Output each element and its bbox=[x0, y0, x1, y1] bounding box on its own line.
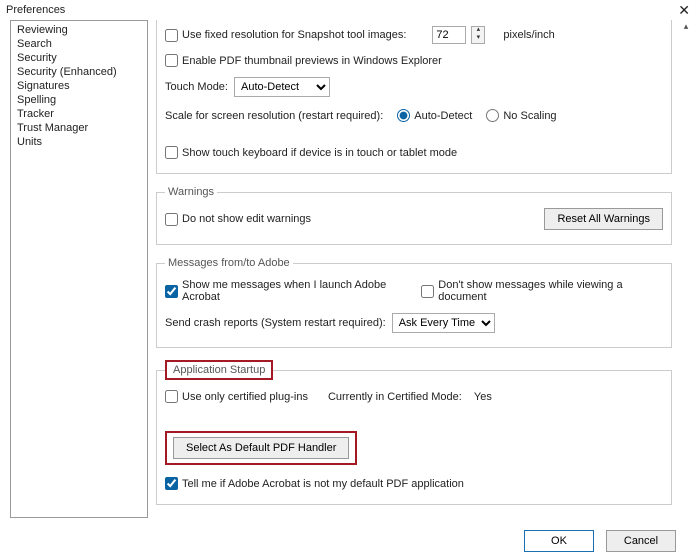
certified-plugins-label: Use only certified plug-ins bbox=[182, 391, 308, 403]
fixed-resolution-stepper[interactable]: ▴▾ bbox=[471, 26, 485, 44]
ok-button[interactable]: OK bbox=[524, 530, 594, 552]
scale-auto-detect-text: Auto-Detect bbox=[414, 110, 472, 122]
certified-mode-label: Currently in Certified Mode: bbox=[328, 391, 462, 403]
dont-show-edit-warnings-checkbox[interactable]: Do not show edit warnings bbox=[165, 213, 311, 226]
touch-mode-label: Touch Mode: bbox=[165, 81, 228, 93]
cancel-button[interactable]: Cancel bbox=[606, 530, 676, 552]
show-launch-messages-checkbox[interactable]: Show me messages when I launch Adobe Acr… bbox=[165, 279, 415, 303]
application-startup-section: Application Startup Use only certified p… bbox=[156, 360, 672, 505]
scale-resolution-label: Scale for screen resolution (restart req… bbox=[165, 110, 383, 122]
scale-no-scaling-text: No Scaling bbox=[503, 110, 556, 122]
select-default-pdf-handler-button[interactable]: Select As Default PDF Handler bbox=[173, 437, 349, 459]
scale-auto-detect-radio[interactable]: Auto-Detect bbox=[397, 109, 472, 122]
messages-section: Messages from/to Adobe Show me messages … bbox=[156, 257, 672, 348]
fixed-resolution-checkbox[interactable]: Use fixed resolution for Snapshot tool i… bbox=[165, 29, 406, 42]
sidebar-item-spelling[interactable]: Spelling bbox=[11, 93, 147, 107]
tell-me-default-pdf-label: Tell me if Adobe Acrobat is not my defau… bbox=[182, 478, 464, 490]
messages-legend: Messages from/to Adobe bbox=[165, 257, 293, 269]
scale-no-scaling-radio[interactable]: No Scaling bbox=[486, 109, 556, 122]
sidebar-item-trust-manager[interactable]: Trust Manager bbox=[11, 121, 147, 135]
warnings-section: Warnings Do not show edit warnings Reset… bbox=[156, 186, 672, 245]
category-sidebar: Reviewing Search Security Security (Enha… bbox=[10, 20, 148, 518]
close-icon[interactable]: ✕ bbox=[674, 2, 694, 19]
sidebar-item-security-enhanced[interactable]: Security (Enhanced) bbox=[11, 65, 147, 79]
certified-plugins-checkbox[interactable]: Use only certified plug-ins bbox=[165, 390, 308, 403]
scroll-up-icon[interactable]: ▴ bbox=[679, 20, 694, 35]
dont-show-edit-warnings-label: Do not show edit warnings bbox=[182, 213, 311, 225]
touch-keyboard-checkbox[interactable]: Show touch keyboard if device is in touc… bbox=[165, 146, 457, 159]
default-pdf-handler-highlight: Select As Default PDF Handler bbox=[165, 431, 357, 465]
touch-keyboard-label: Show touch keyboard if device is in touc… bbox=[182, 147, 457, 159]
dont-show-viewing-messages-checkbox[interactable]: Don't show messages while viewing a docu… bbox=[421, 279, 663, 303]
reset-all-warnings-button[interactable]: Reset All Warnings bbox=[544, 208, 663, 230]
certified-mode-value: Yes bbox=[474, 391, 492, 403]
sidebar-item-signatures[interactable]: Signatures bbox=[11, 79, 147, 93]
thumbnail-preview-label: Enable PDF thumbnail previews in Windows… bbox=[182, 55, 442, 67]
crash-reports-label: Send crash reports (System restart requi… bbox=[165, 317, 386, 329]
sidebar-item-reviewing[interactable]: Reviewing bbox=[11, 23, 147, 37]
dont-show-viewing-messages-label: Don't show messages while viewing a docu… bbox=[438, 279, 663, 303]
touch-mode-select[interactable]: Auto-Detect bbox=[234, 77, 330, 97]
show-launch-messages-label: Show me messages when I launch Adobe Acr… bbox=[182, 279, 415, 303]
fixed-resolution-label: Use fixed resolution for Snapshot tool i… bbox=[182, 29, 406, 41]
sidebar-item-search[interactable]: Search bbox=[11, 37, 147, 51]
sidebar-item-units[interactable]: Units bbox=[11, 135, 147, 149]
application-startup-legend: Application Startup bbox=[165, 360, 273, 380]
fixed-resolution-input[interactable] bbox=[432, 26, 466, 44]
thumbnail-preview-checkbox[interactable]: Enable PDF thumbnail previews in Windows… bbox=[165, 54, 442, 67]
tell-me-default-pdf-checkbox[interactable]: Tell me if Adobe Acrobat is not my defau… bbox=[165, 477, 464, 490]
fixed-resolution-unit: pixels/inch bbox=[503, 29, 554, 41]
sidebar-item-security[interactable]: Security bbox=[11, 51, 147, 65]
sidebar-item-tracker[interactable]: Tracker bbox=[11, 107, 147, 121]
window-title: Preferences bbox=[6, 4, 65, 16]
crash-reports-select[interactable]: Ask Every Time bbox=[392, 313, 495, 333]
basic-tools-section: Use fixed resolution for Snapshot tool i… bbox=[156, 20, 672, 174]
warnings-legend: Warnings bbox=[165, 186, 217, 198]
